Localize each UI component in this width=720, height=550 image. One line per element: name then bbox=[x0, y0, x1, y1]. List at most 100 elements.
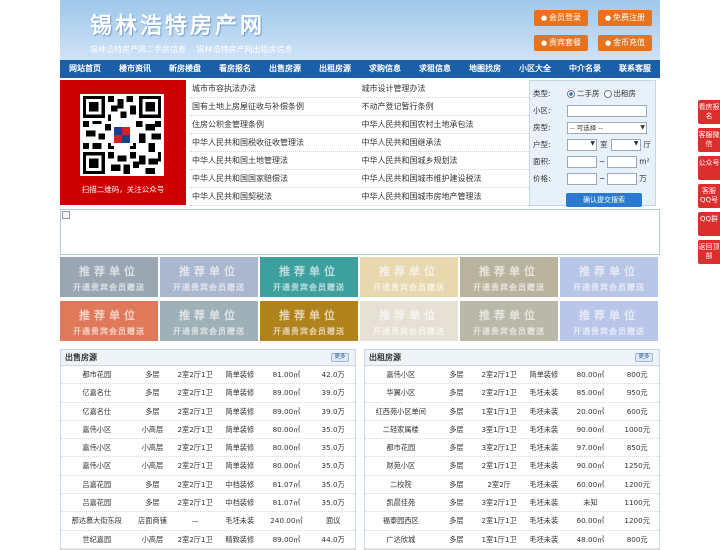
table-cell[interactable]: 财苑小区 bbox=[365, 457, 437, 474]
ad-slot[interactable]: 推荐单位 开通贵宾会员赠送 bbox=[560, 301, 658, 341]
site-logo[interactable]: 锡林浩特房产网 bbox=[90, 8, 265, 40]
free-register-button[interactable]: ● 免费注册 bbox=[598, 10, 652, 26]
sidebar-service-wechat[interactable]: 客服微信 bbox=[698, 128, 720, 152]
sale-more-button[interactable]: 更多 bbox=[331, 353, 349, 362]
ad-slot[interactable]: 推荐单位 开通贵宾会员赠送 bbox=[460, 257, 558, 297]
ad-slot[interactable]: 推荐单位 开通贵宾会员赠送 bbox=[360, 257, 458, 297]
nav-agents[interactable]: 中介名录 bbox=[560, 60, 610, 78]
table-row[interactable]: 红西苑小区单间 多层 1室1厅1卫 毛坯未装 20.00㎡ 600元 bbox=[365, 403, 659, 421]
law-link[interactable]: 国有土地上房屋征收与补偿条例 bbox=[190, 98, 360, 116]
law-link[interactable]: 中华人民共和国农村土地承包法 bbox=[359, 116, 529, 134]
ad-slot[interactable]: 推荐单位 开通贵宾会员赠送 bbox=[60, 257, 158, 297]
radio-rental[interactable] bbox=[603, 89, 612, 98]
room-select[interactable]: ▼ bbox=[567, 138, 597, 151]
nav-home[interactable]: 网站首页 bbox=[60, 60, 110, 78]
table-cell[interactable]: 嘉伟小区 bbox=[61, 457, 133, 474]
table-row[interactable]: 都市花园 多层 3室2厅1卫 毛坯未装 97.00㎡ 850元 bbox=[365, 439, 659, 458]
nav-news[interactable]: 楼市资讯 bbox=[110, 60, 160, 78]
nav-communities[interactable]: 小区大全 bbox=[510, 60, 560, 78]
search-submit-button[interactable]: 确认提交搜索 bbox=[566, 193, 642, 207]
table-row[interactable]: 嘉伟小区 多层 2室2厅1卫 简单装修 80.00㎡ 800元 bbox=[365, 366, 659, 385]
price-max-input[interactable] bbox=[607, 172, 638, 185]
law-link[interactable]: 不动产登记暂行条例 bbox=[359, 98, 529, 116]
table-cell[interactable]: 华翼小区 bbox=[365, 384, 437, 401]
table-row[interactable]: 嘉伟小区 小高层 2室2厅1卫 简单装修 80.00㎡ 35.0万 bbox=[61, 457, 355, 476]
secondhand-info-link[interactable]: 锡林浩特房产网二手房信息 bbox=[90, 45, 186, 54]
rent-more-button[interactable]: 更多 bbox=[635, 353, 653, 362]
law-link[interactable]: 中华人民共和国契税法 bbox=[190, 188, 360, 206]
table-row[interactable]: 嘉伟小区 小高层 2室2厅1卫 简单装修 80.00㎡ 35.0万 bbox=[61, 421, 355, 440]
rental-info-link[interactable]: 锡林浩特房产网出租房信息 bbox=[197, 45, 293, 54]
vip-package-button[interactable]: ● 贵宾套餐 bbox=[534, 35, 588, 51]
table-cell[interactable]: 福泰园西区 bbox=[365, 512, 437, 529]
table-cell[interactable]: 世纪嘉园 bbox=[61, 531, 133, 548]
ad-slot[interactable]: 推荐单位 开通贵宾会员赠送 bbox=[60, 301, 158, 341]
law-link[interactable]: 中华人民共和国土地管理法 bbox=[190, 152, 360, 170]
nav-for-sale[interactable]: 出售房源 bbox=[260, 60, 310, 78]
nav-map-search[interactable]: 地图找房 bbox=[460, 60, 510, 78]
law-link[interactable]: 中华人民共和国税收征收管理法 bbox=[190, 134, 360, 152]
ad-slot[interactable]: 推荐单位 开通贵宾会员赠送 bbox=[260, 257, 358, 297]
table-cell[interactable]: 亿嘉名仕 bbox=[61, 403, 133, 420]
community-input[interactable] bbox=[567, 104, 647, 117]
table-row[interactable]: 那达慕大街东段 店面商铺 — 毛坯未装 240.00㎡ 面议 bbox=[61, 512, 355, 531]
table-cell[interactable]: 都市花园 bbox=[61, 366, 133, 383]
table-row[interactable]: 都市花园 多层 2室2厅1卫 简单装修 81.00㎡ 42.0万 bbox=[61, 366, 355, 385]
table-row[interactable]: 吕嘉花园 多层 2室2厅1卫 中档装修 81.07㎡ 35.0万 bbox=[61, 476, 355, 495]
table-cell[interactable]: 亿嘉名仕 bbox=[61, 384, 133, 401]
law-link[interactable]: 中华人民共和国继承法 bbox=[359, 134, 529, 152]
law-link[interactable]: 住房公积金管理条例 bbox=[190, 116, 360, 134]
table-row[interactable]: 凯晨佳苑 多层 3室2厅1卫 毛坯未装 未知 1100元 bbox=[365, 494, 659, 513]
table-cell[interactable]: 嘉伟小区 bbox=[61, 421, 133, 438]
ad-slot[interactable]: 推荐单位 开通贵宾会员赠送 bbox=[260, 301, 358, 341]
banner-image[interactable] bbox=[60, 209, 660, 255]
sidebar-official-account[interactable]: 公众号 bbox=[698, 156, 720, 180]
area-max-input[interactable] bbox=[607, 155, 638, 168]
table-cell[interactable]: 嘉伟小区 bbox=[61, 439, 133, 456]
table-cell[interactable]: 二校院 bbox=[365, 476, 437, 493]
sidebar-qq-group[interactable]: QQ群 bbox=[698, 212, 720, 236]
coin-recharge-button[interactable]: ● 金币充值 bbox=[598, 35, 652, 51]
law-link[interactable]: 中华人民共和国国家赔偿法 bbox=[190, 170, 360, 188]
nav-want-rent[interactable]: 求租信息 bbox=[410, 60, 460, 78]
hall-select[interactable]: ▼ bbox=[610, 138, 641, 151]
table-cell[interactable]: 红西苑小区单间 bbox=[365, 403, 437, 420]
table-cell[interactable]: 吕嘉花园 bbox=[61, 476, 133, 493]
table-row[interactable]: 亿嘉名仕 多层 2室2厅1卫 简单装修 89.00㎡ 39.0万 bbox=[61, 403, 355, 421]
ad-slot[interactable]: 推荐单位 开通贵宾会员赠送 bbox=[460, 301, 558, 341]
table-row[interactable]: 二轻家属楼 多层 3室1厅1卫 毛坯未装 90.00㎡ 1000元 bbox=[365, 421, 659, 440]
table-row[interactable]: 嘉伟小区 小高层 2室2厅1卫 简单装修 80.00㎡ 35.0万 bbox=[61, 439, 355, 458]
table-cell[interactable]: 那达慕大街东段 bbox=[61, 512, 133, 529]
table-row[interactable]: 亿嘉名仕 多层 2室2厅1卫 简单装修 89.00㎡ 39.0万 bbox=[61, 384, 355, 403]
housetype-select[interactable]: -- 可选择 -- ▼ bbox=[567, 121, 647, 134]
table-cell[interactable]: 二轻家属楼 bbox=[365, 421, 437, 438]
table-row[interactable]: 财苑小区 多层 2室1厅1卫 毛坯未装 90.00㎡ 1250元 bbox=[365, 457, 659, 476]
table-row[interactable]: 华翼小区 多层 2室2厅1卫 毛坯未装 85.00㎡ 950元 bbox=[365, 384, 659, 403]
table-cell[interactable]: 嘉伟小区 bbox=[365, 366, 437, 383]
table-cell[interactable]: 都市花园 bbox=[365, 439, 437, 456]
sidebar-back-to-top[interactable]: 返回顶部 bbox=[698, 240, 720, 264]
nav-viewing-signup[interactable]: 看房报名 bbox=[210, 60, 260, 78]
ad-slot[interactable]: 推荐单位 开通贵宾会员赠送 bbox=[360, 301, 458, 341]
table-cell[interactable]: 吕嘉花园 bbox=[61, 494, 133, 511]
ad-slot[interactable]: 推荐单位 开通贵宾会员赠送 bbox=[560, 257, 658, 297]
law-link[interactable]: 城市市容执法办法 bbox=[190, 80, 360, 98]
sidebar-viewing-signup[interactable]: 看房报名 bbox=[698, 100, 720, 124]
sidebar-service-qq[interactable]: 客服QQ号 bbox=[698, 184, 720, 208]
nav-contact[interactable]: 联系客服 bbox=[610, 60, 660, 78]
nav-new-homes[interactable]: 新房楼盘 bbox=[160, 60, 210, 78]
table-cell[interactable]: 广达欣城 bbox=[365, 531, 437, 548]
law-link[interactable]: 中华人民共和国城市房地产管理法 bbox=[359, 188, 529, 206]
area-min-input[interactable] bbox=[567, 155, 597, 168]
nav-want-buy[interactable]: 求购信息 bbox=[360, 60, 410, 78]
nav-for-rent[interactable]: 出租房源 bbox=[310, 60, 360, 78]
table-row[interactable]: 二校院 多层 2室2厅 毛坯未装 60.00㎡ 1200元 bbox=[365, 476, 659, 495]
law-link[interactable]: 中华人民共和国城乡规划法 bbox=[359, 152, 529, 170]
member-login-button[interactable]: ● 会员登录 bbox=[534, 10, 588, 26]
radio-secondhand[interactable] bbox=[567, 89, 575, 98]
price-min-input[interactable] bbox=[567, 172, 597, 185]
law-link[interactable]: 城市设计管理办法 bbox=[359, 80, 529, 98]
law-link[interactable]: 中华人民共和国城市维护建设税法 bbox=[359, 170, 529, 188]
table-row[interactable]: 吕嘉花园 多层 2室2厅1卫 中档装修 81.07㎡ 35.0万 bbox=[61, 494, 355, 513]
ad-slot[interactable]: 推荐单位 开通贵宾会员赠送 bbox=[160, 301, 258, 341]
